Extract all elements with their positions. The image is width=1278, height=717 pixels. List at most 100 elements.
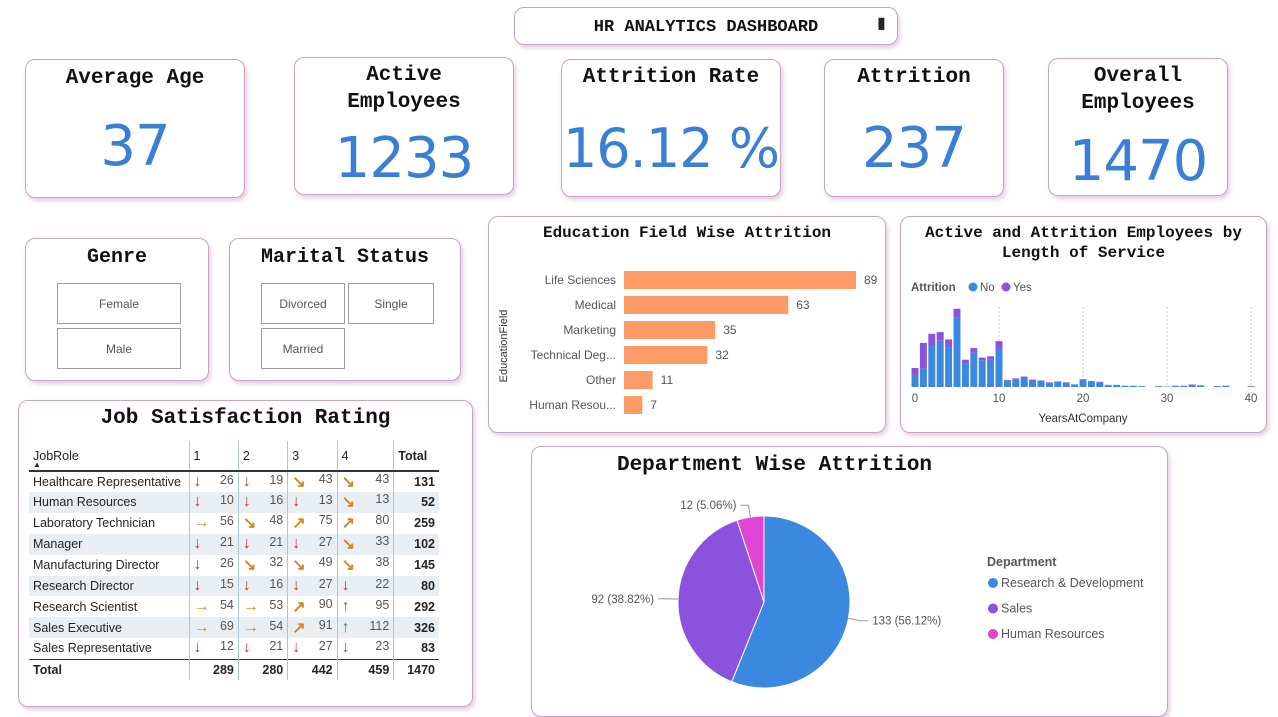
chart-title: Active and Attrition Employees by Length… <box>925 224 1242 262</box>
bar-no <box>1222 385 1230 387</box>
column-total-cell: 280 <box>237 658 288 681</box>
rating-value: 56 <box>219 514 234 529</box>
table-row[interactable]: Sales Representative ↓ 12 ↓ 21 ↓ 27 ↓ 23 83 <box>29 638 439 660</box>
legend-item: Human Resources <box>1001 627 1105 641</box>
bar-no <box>1079 379 1087 387</box>
bar <box>624 271 856 289</box>
bar-yes <box>928 333 936 346</box>
trend-arrow-down-icon: ↓ <box>341 639 350 657</box>
slicer-option-single[interactable]: Single <box>348 283 434 324</box>
chart-title: Department Wise Attrition <box>616 454 933 477</box>
rating-cell: ↑ 95 <box>336 596 394 618</box>
trend-arrow-downright-icon: ↘ <box>242 515 257 533</box>
rating-value: 19 <box>269 473 284 487</box>
rating-value: 21 <box>269 639 284 654</box>
bar-no <box>1138 386 1146 387</box>
sort-ascending-icon: ▲ <box>33 460 41 469</box>
rating-cell: ↘ 43 <box>336 471 394 492</box>
legend-item: Research & Development <box>1001 576 1144 590</box>
bar-no <box>1104 385 1112 387</box>
trend-arrow-down-icon: ↓ <box>242 577 251 594</box>
rating-value: 80 <box>375 513 390 528</box>
rating-cell: ↓ 27 <box>287 575 338 597</box>
trend-arrow-up-icon: ↑ <box>341 597 350 615</box>
total-label: Total <box>29 658 189 681</box>
table-row[interactable]: Manager ↓ 21 ↓ 21 ↓ 27 ↘ 33 102 <box>29 533 439 555</box>
bar-no <box>1121 385 1129 387</box>
trend-arrow-right-icon: → <box>193 597 210 615</box>
column-header-jobrole[interactable]: JobRole ▲ <box>29 441 189 472</box>
length-of-service-card: Active and Attrition Employees by Length… <box>900 216 1267 433</box>
rating-value: 13 <box>375 492 390 507</box>
table-row[interactable]: Laboratory Technician → 56 ↘ 48 ↗ 75 ↗ 80 259 <box>29 512 439 534</box>
rating-value: 32 <box>269 555 284 570</box>
x-tick-label: 40 <box>1245 393 1258 405</box>
department-pie-chart: 133 (56.12%) 92 (38.82%) 12 (5.06%) Departm… <box>591 500 1144 689</box>
bar-no <box>1096 382 1104 387</box>
bar-no <box>1180 385 1188 387</box>
rating-cell: ↓ 16 <box>237 575 288 597</box>
column-header-2[interactable]: 2 <box>237 441 288 472</box>
job-role-cell: Research Scientist <box>33 599 138 614</box>
kpi-value: 237 <box>862 116 967 181</box>
trend-arrow-down-icon: ↓ <box>292 535 301 553</box>
bar-no <box>1045 382 1053 387</box>
bar-no <box>970 352 978 387</box>
trend-arrow-right-icon: → <box>193 618 210 636</box>
x-tick-label: 10 <box>993 393 1006 405</box>
rating-value: 27 <box>318 639 333 654</box>
table-row[interactable]: Sales Executive → 69 → 54 ↗ 91 ↑ 112 326 <box>29 617 439 639</box>
pie-data-label: 12 (5.06%) <box>680 500 736 512</box>
rating-cell: ↓ 19 <box>237 471 288 492</box>
bar-no <box>945 347 953 387</box>
column-header-total[interactable]: Total <box>393 441 439 472</box>
data-label: 35 <box>723 323 737 337</box>
category-label: Human Resou... <box>529 398 616 412</box>
trend-arrow-downright-icon: ↘ <box>292 557 306 575</box>
column-header-3[interactable]: 3 <box>287 441 338 472</box>
table-row[interactable]: Healthcare Representative ↓ 26 ↓ 19 ↘ 43 ↘ 43 131 <box>29 471 439 492</box>
slicer-option-married[interactable]: Married <box>261 328 345 369</box>
rating-cell: ↓ 27 <box>287 638 338 660</box>
legend-no: No <box>980 282 995 294</box>
bar-no <box>1003 380 1011 387</box>
rating-value: 16 <box>269 577 284 591</box>
kpi-value: 37 <box>100 114 170 179</box>
column-header-4[interactable]: 4 <box>336 441 394 472</box>
job-role-cell: Manufacturing Director <box>33 558 160 573</box>
trend-arrow-downright-icon: ↘ <box>292 474 306 491</box>
kpi-title: Attrition <box>857 66 971 89</box>
x-axis-label: YearsAtCompany <box>1038 413 1127 425</box>
rating-cell: ↓ 10 <box>188 492 239 513</box>
trend-arrow-upright-icon: ↗ <box>341 515 356 533</box>
bar <box>624 346 708 364</box>
row-total-cell: 80 <box>393 575 439 597</box>
table-row[interactable]: Manufacturing Director ↓ 26 ↘ 32 ↘ 49 ↘ 38 145 <box>29 554 439 576</box>
leader-line <box>740 504 751 518</box>
bar-no <box>919 368 927 387</box>
column-header-1[interactable]: 1 <box>188 441 239 472</box>
table-row[interactable]: Human Resources ↓ 10 ↓ 16 ↓ 13 ↘ 13 52 <box>29 492 439 513</box>
slicer-option-divorced[interactable]: Divorced <box>261 283 345 324</box>
rating-value: 33 <box>375 534 390 549</box>
table-row[interactable]: Research Scientist → 54 → 53 ↗ 90 ↑ 95 292 <box>29 596 439 618</box>
trend-arrow-down-icon: ↓ <box>242 535 251 553</box>
total-row: Total 289 280 442 459 1470 <box>29 658 439 681</box>
bar-yes <box>978 357 986 361</box>
row-total-cell: 145 <box>393 554 439 576</box>
marital-status-slicer: Marital Status Divorced Single Married <box>229 238 461 381</box>
legend-title: Attrition <box>911 282 956 294</box>
bar-no <box>936 340 944 387</box>
bar-no <box>1020 377 1028 387</box>
row-total-cell: 292 <box>393 596 439 618</box>
rating-cell: ↘ 49 <box>287 554 338 576</box>
bar <box>624 321 716 339</box>
slicer-option-female[interactable]: Female <box>57 283 181 324</box>
bar-yes <box>945 339 953 348</box>
slicer-option-male[interactable]: Male <box>57 328 181 369</box>
table-row[interactable]: Research Director ↓ 15 ↓ 16 ↓ 27 ↓ 22 80 <box>29 575 439 597</box>
y-axis-label: EducationField <box>498 310 510 383</box>
x-tick-label: 20 <box>1077 393 1090 405</box>
rating-value: 91 <box>318 617 333 632</box>
x-tick-label: 0 <box>912 393 918 405</box>
